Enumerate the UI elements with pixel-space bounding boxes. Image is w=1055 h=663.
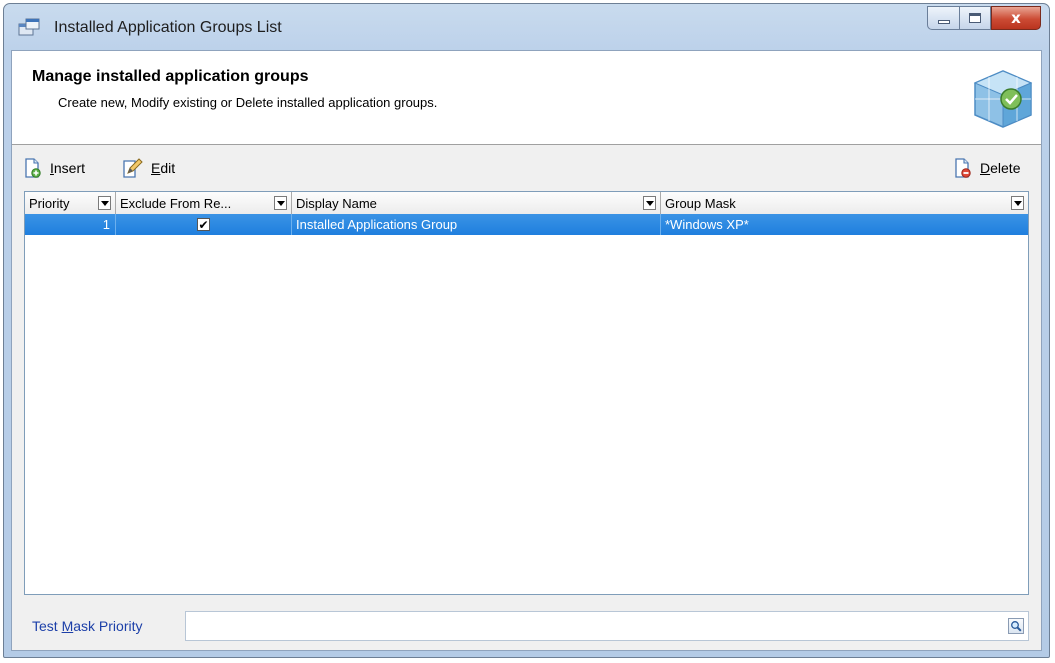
test-mask-priority-label[interactable]: Test Mask Priority (32, 618, 142, 634)
header-title: Manage installed application groups (32, 68, 309, 85)
edit-icon (123, 158, 143, 178)
column-header-priority[interactable]: Priority (25, 192, 116, 214)
insert-label: Insert (50, 160, 86, 176)
cell-display-name: Installed Applications Group (292, 214, 661, 235)
filter-dropdown-icon[interactable] (1011, 196, 1024, 210)
groups-grid[interactable]: Priority Exclude From Re... Display Name… (24, 191, 1029, 595)
header-band: Manage installed application groups Crea… (12, 51, 1041, 145)
cell-exclude: ✔ (116, 214, 292, 235)
delete-button[interactable]: Delete (952, 157, 1020, 179)
maximize-button[interactable] (959, 6, 991, 30)
insert-button[interactable]: Insert (22, 157, 85, 179)
application-groups-cube-icon (973, 70, 1033, 128)
delete-icon (955, 158, 971, 178)
close-button[interactable]: x (991, 6, 1041, 30)
minimize-icon (937, 20, 950, 24)
test-mask-area: Test Mask Priority (12, 601, 1041, 651)
title-bar[interactable]: Installed Application Groups List x (4, 4, 1049, 50)
toolbar: Insert Edit Delete (12, 145, 1041, 189)
exclude-checkbox[interactable]: ✔ (197, 218, 210, 231)
edit-label: Edit (151, 160, 176, 176)
delete-label: Delete (980, 160, 1021, 176)
maximize-icon (969, 13, 981, 23)
close-icon: x (1011, 8, 1021, 27)
cell-priority: 1 (25, 214, 116, 235)
search-button[interactable] (1008, 618, 1024, 634)
table-row[interactable]: 1 ✔ Installed Applications Group *Window… (25, 214, 1028, 235)
magnifier-icon (1011, 621, 1022, 632)
cell-group-mask: *Windows XP* (665, 217, 749, 232)
insert-icon (25, 158, 41, 178)
window: Installed Application Groups List x Mana… (3, 3, 1050, 658)
column-header-group-mask[interactable]: Group Mask (661, 192, 1028, 214)
edit-button[interactable]: Edit (121, 157, 175, 179)
caption-buttons: x (927, 6, 1041, 32)
test-mask-input[interactable] (185, 611, 1029, 641)
column-header-exclude[interactable]: Exclude From Re... (116, 192, 292, 214)
grid-header: Priority Exclude From Re... Display Name… (25, 192, 1028, 215)
app-window-icon (18, 18, 40, 36)
header-description: Create new, Modify existing or Delete in… (58, 95, 438, 110)
window-title: Installed Application Groups List (54, 19, 282, 36)
filter-dropdown-icon[interactable] (643, 196, 656, 210)
minimize-button[interactable] (927, 6, 959, 30)
column-header-display-name[interactable]: Display Name (292, 192, 661, 214)
client-area: Manage installed application groups Crea… (11, 50, 1042, 651)
filter-dropdown-icon[interactable] (274, 196, 287, 210)
filter-dropdown-icon[interactable] (98, 196, 111, 210)
